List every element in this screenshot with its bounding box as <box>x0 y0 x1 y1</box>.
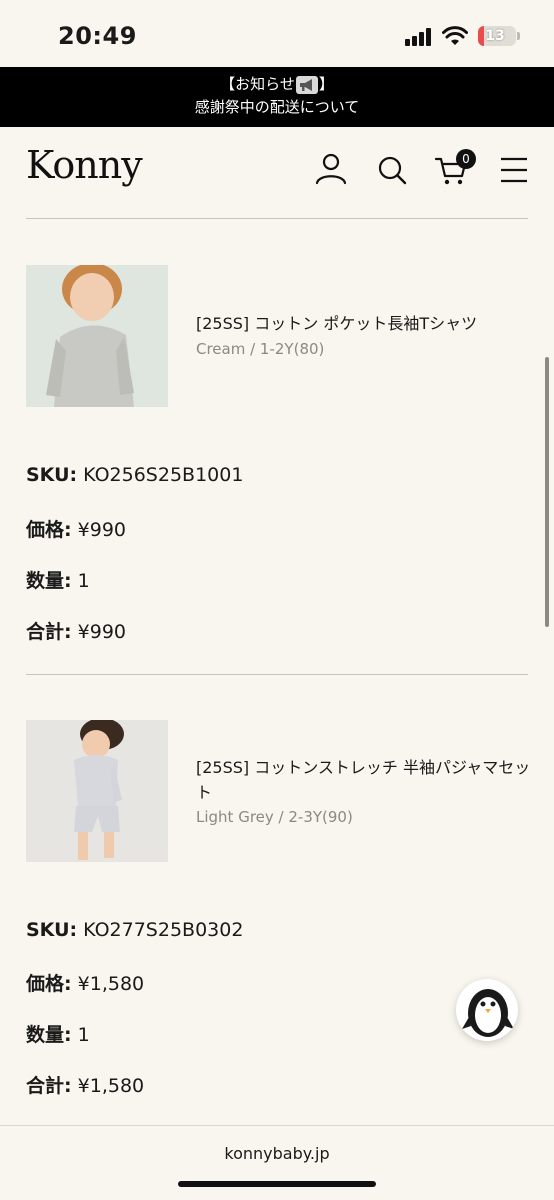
account-icon[interactable] <box>314 151 348 187</box>
product-image[interactable] <box>26 720 168 862</box>
price-row: 価格: ¥1,580 <box>26 969 144 996</box>
total-row: 合計: ¥1,580 <box>26 1071 144 1098</box>
battery-level: 13 <box>485 28 505 44</box>
site-header: Konny <box>0 127 554 219</box>
sku-value: KO256S25B1001 <box>83 464 244 486</box>
total-row: 合計: ¥990 <box>26 617 126 644</box>
quantity-label: 数量: <box>26 1024 72 1046</box>
quantity-value: 1 <box>77 1024 90 1046</box>
chat-penguin-button[interactable] <box>456 979 518 1041</box>
status-bar: 20:49 13 <box>0 0 554 67</box>
home-indicator[interactable] <box>178 1181 376 1187</box>
cart-count-badge: 0 <box>456 149 476 169</box>
status-time: 20:49 <box>58 22 137 50</box>
sku-label: SKU: <box>26 464 78 486</box>
search-icon[interactable] <box>375 151 409 187</box>
product-variant: Cream / 1-2Y(80) <box>196 340 325 358</box>
quantity-row: 数量: 1 <box>26 566 90 593</box>
sku-label: SKU: <box>26 919 78 941</box>
announcement-prefix: 【お知らせ <box>220 75 295 93</box>
quantity-label: 数量: <box>26 570 72 592</box>
product-image[interactable] <box>26 265 168 407</box>
total-value: ¥1,580 <box>77 1075 145 1097</box>
total-value: ¥990 <box>77 621 127 643</box>
price-label: 価格: <box>26 519 72 541</box>
cellular-signal-icon <box>405 28 435 46</box>
scrollbar[interactable] <box>545 357 549 627</box>
sku-value: KO277S25B0302 <box>83 919 244 941</box>
product-title[interactable]: [25SS] コットンストレッチ 半袖パジャマセット <box>196 755 536 805</box>
penguin-icon <box>462 989 514 1037</box>
header-divider <box>26 218 528 219</box>
sku-row: SKU: KO256S25B1001 <box>26 464 243 486</box>
price-value: ¥1,580 <box>77 973 145 995</box>
item-divider <box>26 674 528 675</box>
browser-address-bar[interactable]: konnybaby.jp <box>0 1125 554 1200</box>
megaphone-icon <box>295 75 318 94</box>
menu-icon[interactable] <box>498 151 530 187</box>
announcement-suffix: 】 <box>318 75 334 93</box>
quantity-row: 数量: 1 <box>26 1020 90 1047</box>
url-domain[interactable]: konnybaby.jp <box>0 1144 554 1163</box>
sku-row: SKU: KO277S25B0302 <box>26 919 243 941</box>
price-label: 価格: <box>26 973 72 995</box>
total-label: 合計: <box>26 621 72 643</box>
announcement-text: 感謝祭中の配送について <box>194 98 360 116</box>
product-variant: Light Grey / 2-3Y(90) <box>196 808 353 826</box>
product-title[interactable]: [25SS] コットン ポケット長袖Tシャツ <box>196 311 536 336</box>
battery-icon: 13 <box>478 26 520 46</box>
total-label: 合計: <box>26 1075 72 1097</box>
price-row: 価格: ¥990 <box>26 515 126 542</box>
quantity-value: 1 <box>77 570 90 592</box>
wifi-icon <box>442 26 468 45</box>
announcement-bar[interactable]: 【お知らせ 】 感謝祭中の配送について <box>0 67 554 127</box>
price-value: ¥990 <box>77 519 127 541</box>
site-logo[interactable]: Konny <box>26 143 143 187</box>
